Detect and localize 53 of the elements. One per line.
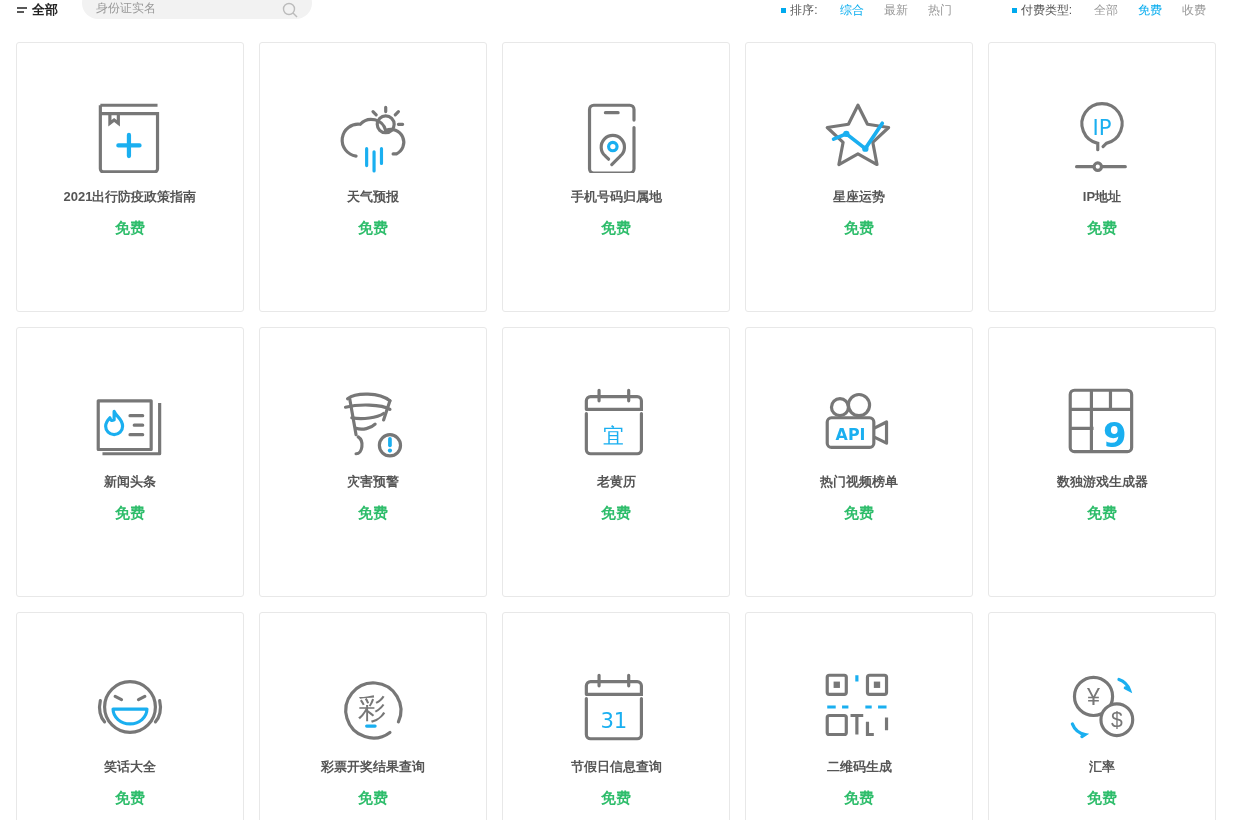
price-label: 免费	[844, 217, 874, 238]
price-label: 免费	[601, 502, 631, 523]
card-title: 手机号码归属地	[570, 188, 662, 206]
api-card[interactable]: 星座运势 免费	[745, 42, 973, 312]
price-label: 免费	[115, 502, 145, 523]
price-label: 免费	[358, 217, 388, 238]
card-title: 老黄历	[596, 473, 636, 491]
card-title: 二维码生成	[826, 758, 892, 776]
api-card[interactable]: 天气预报 免费	[259, 42, 487, 312]
card-title: 数独游戏生成器	[1056, 473, 1148, 491]
api-card[interactable]: 2021出行防疫政策指南 免费	[16, 42, 244, 312]
bullet-icon	[781, 7, 787, 13]
price-label: 免费	[1087, 217, 1117, 238]
api-card[interactable]: 宜 老黄历 免费	[502, 327, 730, 597]
api-card[interactable]: 灾害预警 免费	[259, 327, 487, 597]
api-card[interactable]: 笑话大全 免费	[16, 612, 244, 820]
card-title: 灾害预警	[347, 473, 399, 491]
sort-label: 排序:	[790, 2, 818, 19]
api-card[interactable]: IP IP地址 免费	[988, 42, 1216, 312]
card-title: 笑话大全	[104, 758, 156, 776]
card-title: 彩票开奖结果查询	[321, 758, 425, 776]
price-label: 免费	[601, 787, 631, 808]
price-label: 免费	[844, 787, 874, 808]
card-title: 星座运势	[833, 188, 885, 206]
card-title: 新闻头条	[104, 473, 156, 491]
menu-icon	[16, 6, 28, 14]
bullet-icon	[1011, 7, 1017, 13]
category-label[interactable]: 全部	[32, 0, 58, 20]
api-card[interactable]: 新闻头条 免费	[16, 327, 244, 597]
card-title: 天气预报	[347, 188, 399, 206]
pay-type-label: 付费类型:	[1020, 2, 1072, 19]
card-title: 节假日信息查询	[570, 758, 662, 776]
api-card[interactable]: 彩 彩票开奖结果查询 免费	[259, 612, 487, 820]
search-icon[interactable]	[282, 2, 298, 18]
price-label: 免费	[1087, 502, 1117, 523]
card-title: 热门视频榜单	[820, 473, 898, 491]
price-label: 免费	[115, 787, 145, 808]
price-label: 免费	[844, 502, 874, 523]
api-card[interactable]: 手机号码归属地 免费	[502, 42, 730, 312]
price-label: 免费	[358, 502, 388, 523]
price-label: 免费	[601, 217, 631, 238]
price-label: 免费	[115, 217, 145, 238]
price-label: 免费	[1087, 787, 1117, 808]
price-label: 免费	[358, 787, 388, 808]
api-card[interactable]: 二维码生成 免费	[745, 612, 973, 820]
api-card[interactable]: 9 数独游戏生成器 免费	[988, 327, 1216, 597]
card-title: IP地址	[1082, 188, 1122, 206]
api-card[interactable]: API 热门视频榜单 免费	[745, 327, 973, 597]
card-title: 汇率	[1089, 758, 1115, 776]
api-card[interactable]: 31 节假日信息查询 免费	[502, 612, 730, 820]
search-field[interactable]: 身份证实名	[82, 0, 312, 19]
api-card[interactable]: ¥ $ 汇率 免费	[988, 612, 1216, 820]
card-title: 2021出行防疫政策指南	[63, 188, 197, 206]
